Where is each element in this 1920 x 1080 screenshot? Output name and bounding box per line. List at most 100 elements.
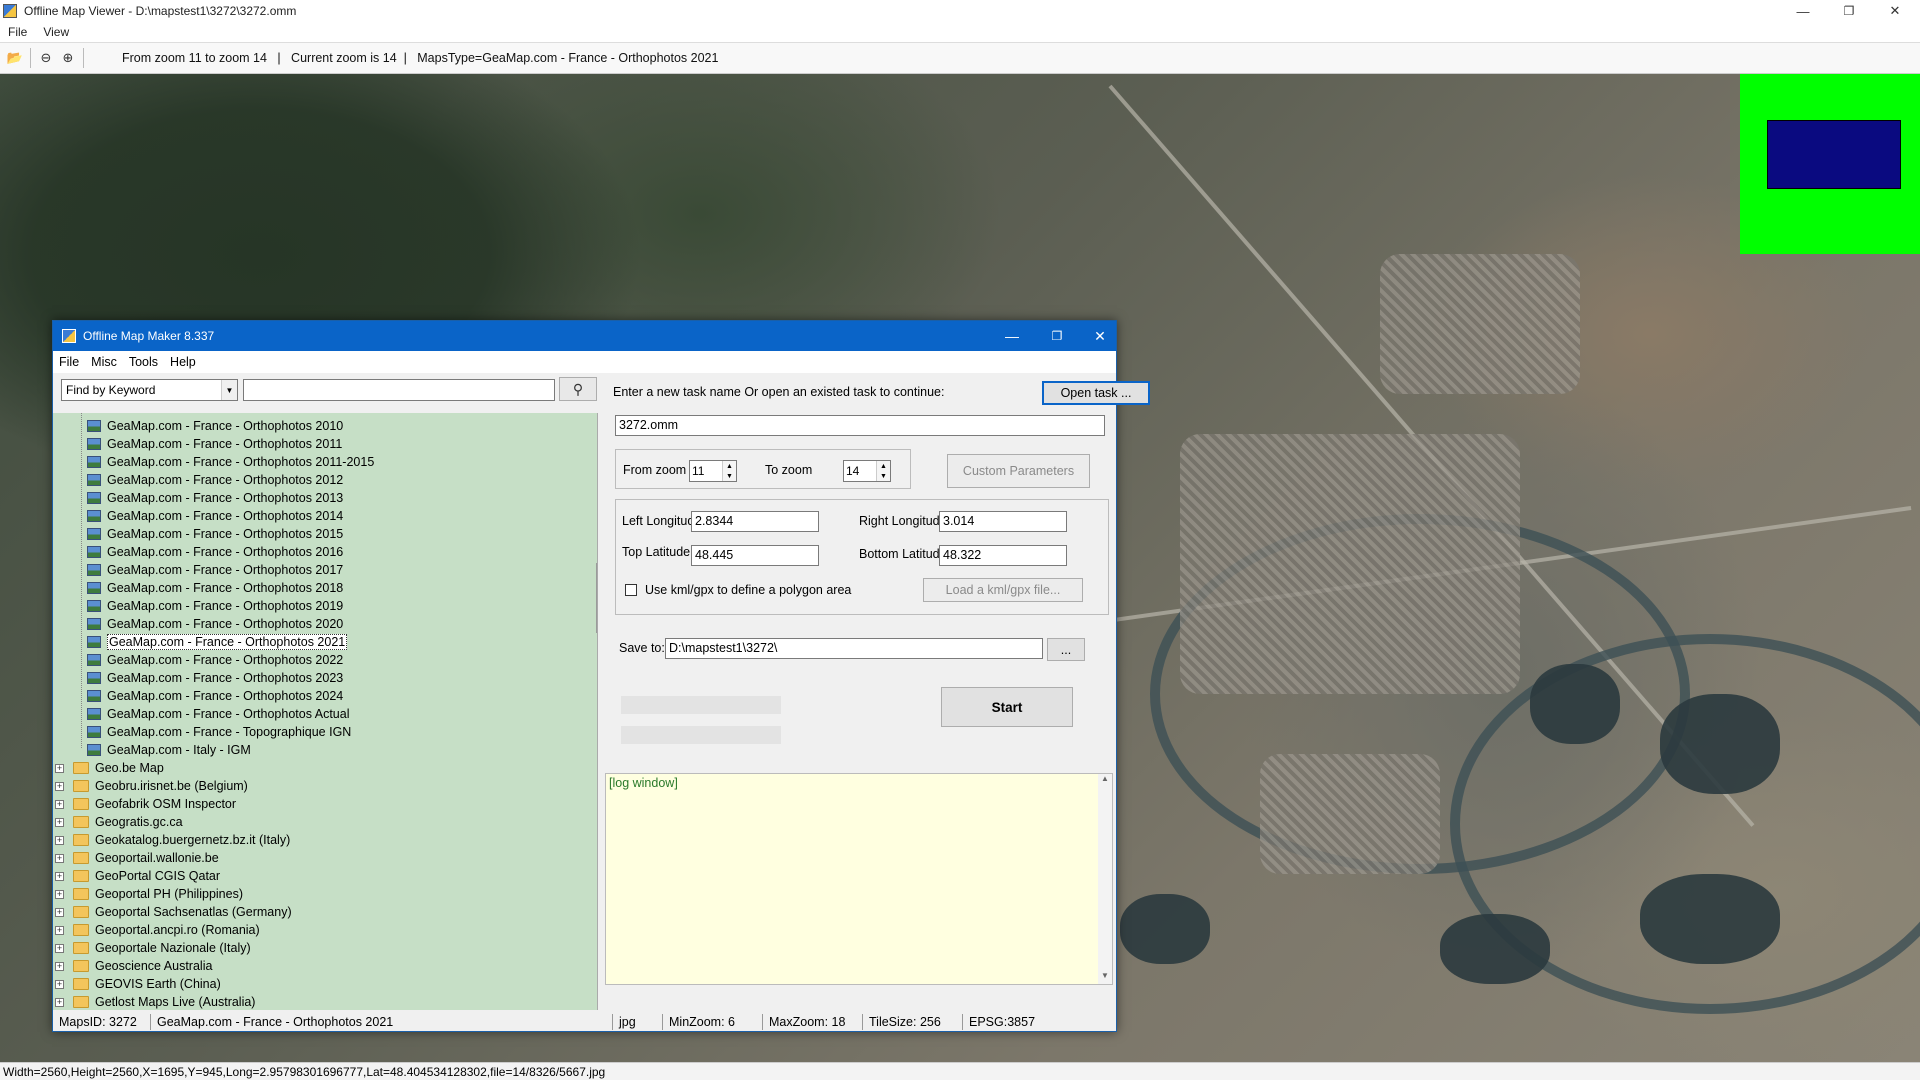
minimap-viewport[interactable] xyxy=(1767,120,1901,189)
menu-view[interactable]: View xyxy=(35,25,77,39)
scroll-up-icon[interactable]: ▲ xyxy=(1098,774,1112,783)
to-zoom-spinner[interactable]: 14 ▲ ▼ xyxy=(843,460,891,482)
tree-item-folder[interactable]: + Geo.be Map xyxy=(55,759,164,777)
expand-icon[interactable]: + xyxy=(55,979,64,989)
tree-item-folder[interactable]: + Geobru.irisnet.be (Belgium) xyxy=(55,777,248,795)
tree-scrollbar-thumb[interactable] xyxy=(596,563,597,633)
right-longitude-input[interactable]: 3.014 xyxy=(939,511,1067,532)
dialog-maximize-button[interactable]: ❐ xyxy=(1035,321,1079,351)
tree-item-folder[interactable]: + Getlost Maps Live (Australia) xyxy=(55,993,255,1010)
expand-icon[interactable]: + xyxy=(55,835,64,845)
save-path-input[interactable]: D:\mapstest1\3272\ xyxy=(665,638,1043,659)
task-name-input[interactable]: 3272.omm xyxy=(615,415,1105,436)
folder-icon xyxy=(73,906,89,918)
tree-item-map[interactable]: GeaMap.com - France - Orthophotos 2023 xyxy=(87,669,343,687)
tree-item-map[interactable]: GeaMap.com - France - Orthophotos 2011-2… xyxy=(87,453,374,471)
tree-item-folder[interactable]: + Geoportal PH (Philippines) xyxy=(55,885,243,903)
chevron-down-icon[interactable]: ▼ xyxy=(221,380,237,400)
tree-item-map[interactable]: GeaMap.com - France - Orthophotos 2014 xyxy=(87,507,343,525)
dialog-menu-misc[interactable]: Misc xyxy=(85,355,123,369)
open-folder-icon[interactable]: 📂 xyxy=(4,47,26,69)
spinner-arrows-icon[interactable]: ▲ ▼ xyxy=(722,461,736,481)
kml-polygon-checkbox[interactable] xyxy=(625,584,637,596)
dialog-menu-help[interactable]: Help xyxy=(164,355,202,369)
town-area xyxy=(1380,254,1580,394)
tree-item-map[interactable]: GeaMap.com - France - Orthophotos 2024 xyxy=(87,687,343,705)
open-task-button[interactable]: Open task ... xyxy=(1042,381,1150,405)
top-latitude-input[interactable]: 48.445 xyxy=(691,545,819,566)
tree-item-map[interactable]: GeaMap.com - France - Orthophotos 2019 xyxy=(87,597,343,615)
bottom-latitude-input[interactable]: 48.322 xyxy=(939,545,1067,566)
close-button[interactable]: ✕ xyxy=(1872,0,1918,22)
minimize-button[interactable]: — xyxy=(1780,0,1826,22)
tree-item-map[interactable]: GeaMap.com - France - Orthophotos 2011 xyxy=(87,435,342,453)
map-source-tree[interactable]: GeaMap.com - France - Orthophotos 2010 Ge… xyxy=(53,413,598,1010)
tree-item-folder[interactable]: + Geoportal.ancpi.ro (Romania) xyxy=(55,921,260,939)
expand-icon[interactable]: + xyxy=(55,763,64,773)
tree-item-map[interactable]: GeaMap.com - France - Orthophotos 2015 xyxy=(87,525,343,543)
expand-icon[interactable]: + xyxy=(55,817,64,827)
search-mode-select[interactable]: Find by Keyword ▼ xyxy=(61,379,238,401)
expand-icon[interactable]: + xyxy=(55,961,64,971)
tree-item-folder[interactable]: + Geogratis.gc.ca xyxy=(55,813,183,831)
dialog-menu-file[interactable]: File xyxy=(53,355,85,369)
map-icon xyxy=(87,420,101,432)
log-scrollbar[interactable]: ▲ ▼ xyxy=(1098,774,1112,984)
tree-item-map[interactable]: GeaMap.com - France - Orthophotos 2022 xyxy=(87,651,343,669)
load-kml-button[interactable]: Load a kml/gpx file... xyxy=(923,578,1083,602)
folder-icon xyxy=(73,888,89,900)
tree-item-map[interactable]: GeaMap.com - France - Orthophotos 2018 xyxy=(87,579,343,597)
dialog-menu-tools[interactable]: Tools xyxy=(123,355,164,369)
tree-item-label: Geobru.irisnet.be (Belgium) xyxy=(95,779,248,793)
tree-item-map[interactable]: GeaMap.com - France - Orthophotos 2017 xyxy=(87,561,343,579)
custom-parameters-button[interactable]: Custom Parameters xyxy=(947,454,1090,488)
expand-icon[interactable]: + xyxy=(55,853,64,863)
log-window[interactable]: [log window] ▲ ▼ xyxy=(605,773,1113,985)
tree-item-map[interactable]: GeaMap.com - France - Orthophotos Actual xyxy=(87,705,349,723)
tree-item-map[interactable]: GeaMap.com - France - Orthophotos 2021 xyxy=(87,633,348,651)
expand-icon[interactable]: + xyxy=(55,781,64,791)
tree-item-folder[interactable]: + Geoportale Nazionale (Italy) xyxy=(55,939,251,957)
tree-item-folder[interactable]: + GeoPortal CGIS Qatar xyxy=(55,867,220,885)
tree-item-map[interactable]: GeaMap.com - France - Topographique IGN xyxy=(87,723,351,741)
expand-icon[interactable]: + xyxy=(55,997,64,1007)
tree-item-folder[interactable]: + Geoportail.wallonie.be xyxy=(55,849,219,867)
dialog-close-button[interactable]: ✕ xyxy=(1078,321,1122,351)
from-zoom-spinner[interactable]: 11 ▲ ▼ xyxy=(689,460,737,482)
tree-item-folder[interactable]: + Geoscience Australia xyxy=(55,957,212,975)
maximize-button[interactable]: ❐ xyxy=(1826,0,1872,22)
spinner-arrows-icon[interactable]: ▲ ▼ xyxy=(876,461,890,481)
map-icon xyxy=(87,726,101,738)
left-longitude-input[interactable]: 2.8344 xyxy=(691,511,819,532)
tree-item-folder[interactable]: + Geofabrik OSM Inspector xyxy=(55,795,236,813)
expand-icon[interactable]: + xyxy=(55,799,64,809)
browse-button[interactable]: ... xyxy=(1047,638,1085,661)
zoom-out-icon[interactable]: ⊖ xyxy=(35,47,57,69)
tree-item-folder[interactable]: + Geokatalog.buergernetz.bz.it (Italy) xyxy=(55,831,290,849)
keyword-input[interactable] xyxy=(243,379,555,401)
tree-item-map[interactable]: GeaMap.com - France - Orthophotos 2012 xyxy=(87,471,343,489)
tree-item-map[interactable]: GeaMap.com - France - Orthophotos 2013 xyxy=(87,489,343,507)
tree-item-map[interactable]: GeaMap.com - Italy - IGM xyxy=(87,741,251,759)
expand-icon[interactable]: + xyxy=(55,907,64,917)
dialog-minimize-button[interactable]: — xyxy=(990,321,1034,351)
expand-icon[interactable]: + xyxy=(55,889,64,899)
expand-icon[interactable]: + xyxy=(55,925,64,935)
search-button[interactable]: ⚲ xyxy=(559,377,597,401)
tree-item-map[interactable]: GeaMap.com - France - Orthophotos 2020 xyxy=(87,615,343,633)
expand-icon[interactable]: + xyxy=(55,943,64,953)
expand-icon[interactable]: + xyxy=(55,871,64,881)
window-titlebar: Offline Map Viewer - D:\mapstest1\3272\3… xyxy=(0,0,1920,22)
zoom-in-icon[interactable]: ⊕ xyxy=(57,47,79,69)
tree-item-folder[interactable]: + Geoportal Sachsenatlas (Germany) xyxy=(55,903,292,921)
tree-item-map[interactable]: GeaMap.com - France - Orthophotos 2010 xyxy=(87,417,343,435)
start-button[interactable]: Start xyxy=(941,687,1073,727)
tree-item-folder[interactable]: + GEOVIS Earth (China) xyxy=(55,975,221,993)
menu-file[interactable]: File xyxy=(0,25,35,39)
tree-item-label: Geokatalog.buergernetz.bz.it (Italy) xyxy=(95,833,291,847)
lake xyxy=(1440,914,1550,984)
minimap[interactable] xyxy=(1740,74,1920,254)
scroll-down-icon[interactable]: ▼ xyxy=(1098,971,1112,980)
format-status: jpg xyxy=(613,1014,663,1030)
tree-item-map[interactable]: GeaMap.com - France - Orthophotos 2016 xyxy=(87,543,343,561)
